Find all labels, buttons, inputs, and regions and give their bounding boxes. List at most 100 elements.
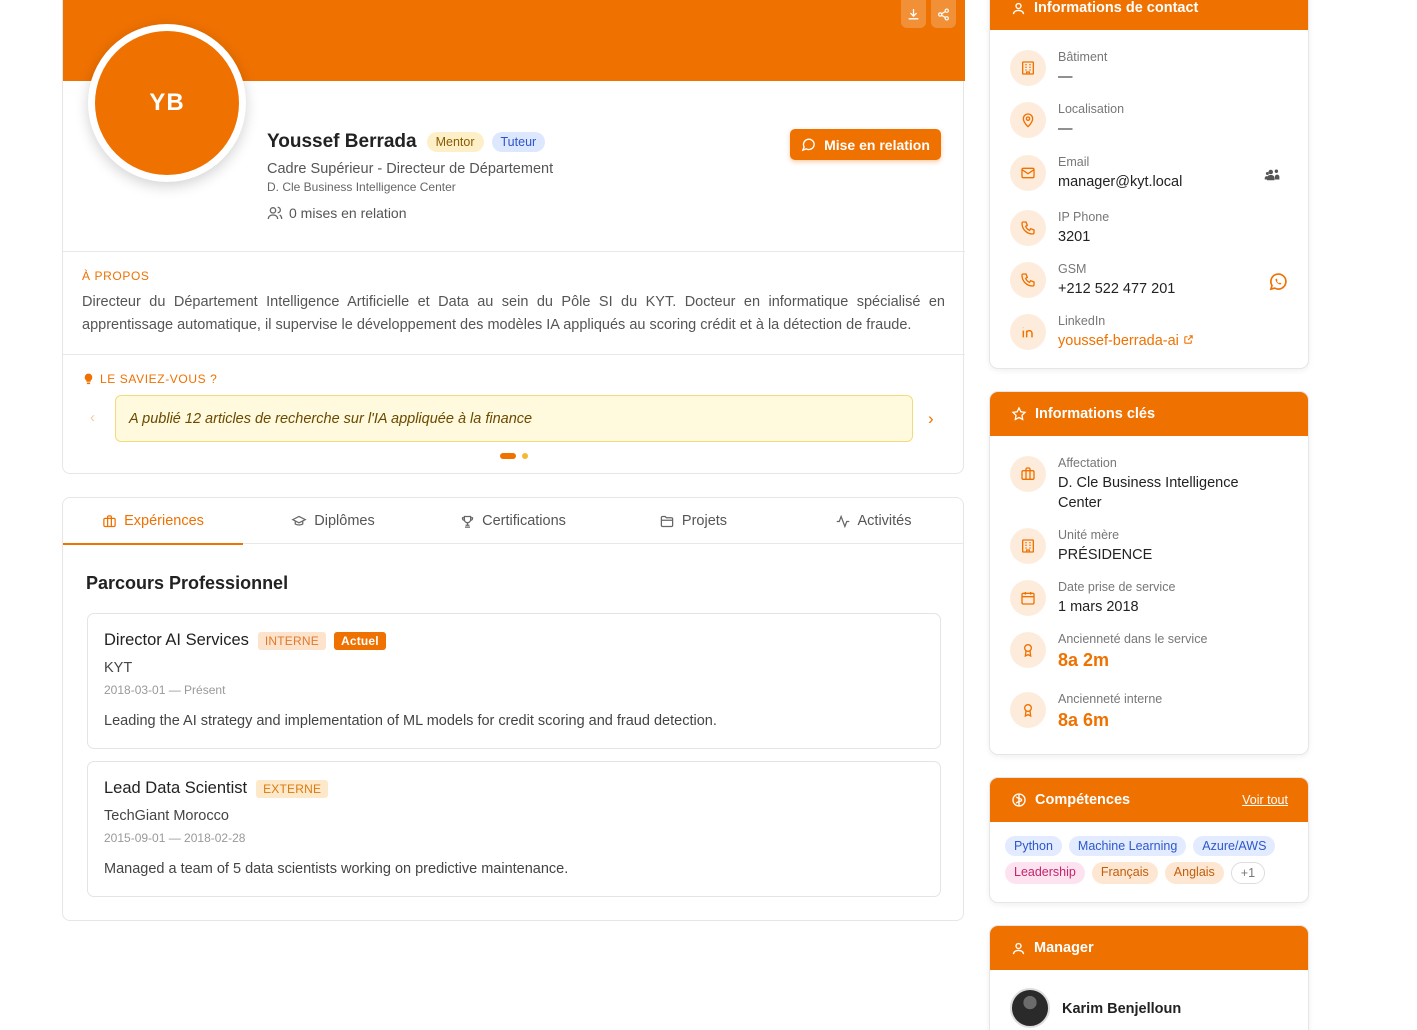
job-title: Cadre Supérieur - Directeur de Départeme… — [267, 161, 554, 177]
connect-button[interactable]: Mise en relation — [790, 129, 941, 160]
key-info-card: Informations clés Affectation D. Cle Bus… — [989, 391, 1309, 755]
teams-icon[interactable] — [1264, 166, 1282, 189]
skill-chip[interactable]: Python — [1005, 836, 1062, 856]
building-icon — [1010, 50, 1046, 86]
key-info-row-unit: Unité mère PRÉSIDENCE — [1010, 528, 1152, 565]
info-label: Affectation — [1058, 456, 1117, 470]
manager-name[interactable]: Karim Benjelloun — [1062, 1001, 1181, 1017]
type-badge: EXTERNE — [256, 779, 329, 798]
tab-experiences[interactable]: Expériences — [63, 498, 243, 545]
fact-prev-button[interactable]: ‹ — [90, 409, 95, 426]
whatsapp-icon[interactable] — [1268, 272, 1288, 297]
experience-title: Lead Data Scientist — [104, 779, 248, 797]
info-label: Email — [1058, 155, 1090, 169]
contact-title: Informations de contact — [1034, 0, 1199, 16]
chat-icon — [801, 138, 815, 152]
mentor-badge: Mentor — [426, 132, 484, 152]
award-icon — [1010, 632, 1046, 668]
tab-projets[interactable]: Projets — [603, 498, 783, 544]
experience-description: Managed a team of 5 data scientists work… — [104, 861, 569, 877]
info-label: Ancienneté interne — [1058, 692, 1163, 706]
brain-icon — [1012, 793, 1026, 807]
contact-row-building: Bâtiment — — [1010, 50, 1107, 87]
contact-header: Informations de contact — [990, 0, 1308, 30]
experience-title: Director AI Services — [104, 631, 249, 649]
key-info-title: Informations clés — [1035, 406, 1156, 422]
manager-avatar[interactable] — [1010, 988, 1050, 1028]
star-icon — [1011, 406, 1027, 421]
folder-icon — [660, 515, 674, 527]
see-all-link[interactable]: Voir tout — [1242, 793, 1288, 807]
avatar-initials: YB — [95, 31, 239, 175]
department: D. Cle Business Intelligence Center — [267, 180, 456, 194]
info-label: LinkedIn — [1058, 314, 1106, 328]
more-skills-chip[interactable]: +1 — [1230, 862, 1266, 884]
skills-header: Compétences Voir tout — [990, 778, 1308, 822]
carousel-dot-active[interactable] — [500, 453, 516, 459]
contact-row-location: Localisation — — [1010, 102, 1124, 139]
email-value[interactable]: manager@kyt.local — [1058, 172, 1182, 192]
experience-company: TechGiant Morocco — [104, 808, 229, 824]
relations-label: 0 mises en relation — [289, 205, 407, 221]
download-icon — [908, 8, 919, 19]
about-label: À PROPOS — [82, 269, 150, 283]
manager-card: Manager Karim Benjelloun — [989, 925, 1309, 1030]
info-label: Localisation — [1058, 102, 1125, 116]
info-label: IP Phone — [1058, 210, 1110, 224]
tab-diplomes[interactable]: Diplômes — [243, 498, 423, 544]
download-button[interactable] — [901, 0, 926, 28]
experience-description: Leading the AI strategy and implementati… — [104, 713, 717, 729]
map-pin-icon — [1010, 102, 1046, 138]
fun-fact-header: LE SAVIEZ-VOUS ? — [82, 372, 217, 386]
contact-row-linkedin: LinkedIn youssef-berrada-ai — [1010, 314, 1194, 351]
contact-row-email: Email manager@kyt.local — [1010, 155, 1182, 192]
briefcase-icon — [1010, 456, 1046, 492]
linkedin-link[interactable]: youssef-berrada-ai — [1058, 331, 1194, 351]
tab-activites[interactable]: Activités — [783, 498, 963, 544]
lightbulb-icon — [84, 373, 93, 385]
share-button[interactable] — [931, 0, 956, 28]
section-title: Parcours Professionnel — [86, 573, 289, 593]
ip-phone-value[interactable]: 3201 — [1058, 227, 1109, 247]
share-icon — [938, 7, 949, 21]
phone-icon — [1010, 210, 1046, 246]
building-icon — [1010, 528, 1046, 564]
skill-chip[interactable]: Azure/AWS — [1193, 836, 1276, 856]
tuteur-badge: Tuteur — [491, 132, 546, 152]
fun-fact-text: A publié 12 articles de recherche sur l'… — [115, 395, 913, 442]
skill-chip[interactable]: Leadership — [1005, 862, 1085, 884]
linkedin-label: youssef-berrada-ai — [1058, 333, 1179, 349]
contact-card: Informations de contact Bâtiment — Local… — [989, 0, 1309, 369]
info-label: GSM — [1058, 262, 1087, 276]
skill-chip[interactable]: Français — [1091, 862, 1158, 884]
manager-title: Manager — [1034, 940, 1094, 956]
phone-icon — [1010, 262, 1046, 298]
experience-item: Lead Data Scientist EXTERNE TechGiant Mo… — [87, 761, 941, 897]
external-link-icon — [1184, 335, 1193, 344]
user-icon — [1012, 942, 1025, 954]
calendar-icon — [1010, 580, 1046, 616]
manager-header: Manager — [990, 926, 1308, 970]
tab-label: Activités — [857, 513, 912, 529]
briefcase-icon — [103, 514, 116, 527]
info-label: Date prise de service — [1058, 580, 1176, 594]
skills-card: Compétences Voir tout Python Machine Lea… — [989, 777, 1309, 903]
gsm-value[interactable]: +212 522 477 201 — [1058, 279, 1175, 299]
divider — [63, 354, 965, 355]
tab-bar: Expériences Diplômes Certifications Proj… — [63, 498, 963, 545]
tab-certifications[interactable]: Certifications — [423, 498, 603, 544]
info-value: 8a 6m — [1058, 710, 1110, 730]
carousel-dot[interactable] — [522, 453, 528, 459]
avatar: YB — [88, 24, 246, 182]
profile-card: YB Youssef Berrada Mentor Tuteur Cadre S… — [62, 0, 965, 474]
skill-chip[interactable]: Machine Learning — [1068, 836, 1187, 856]
info-label: Bâtiment — [1058, 50, 1108, 64]
info-value: 1 mars 2018 — [1058, 599, 1139, 615]
divider — [63, 251, 965, 252]
fact-next-button[interactable]: › — [928, 409, 934, 429]
experience-header: Director AI Services INTERNE Actuel — [104, 631, 386, 650]
info-value: 8a 2m — [1058, 650, 1110, 670]
graduation-cap-icon — [291, 515, 307, 526]
profile-name: Youssef Berrada — [267, 131, 417, 152]
skill-chip[interactable]: Anglais — [1164, 862, 1224, 884]
